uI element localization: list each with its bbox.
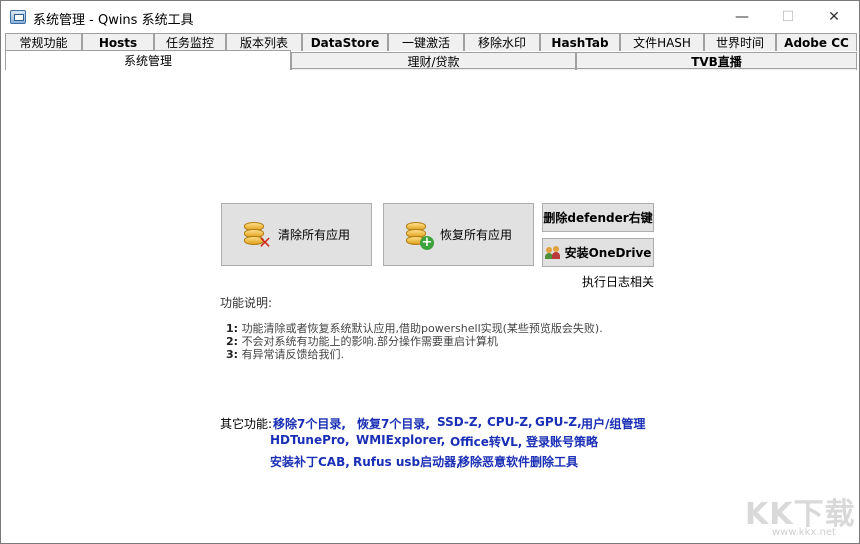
tab-hashtab[interactable]: HashTab — [540, 33, 620, 51]
app-window: 系统管理 - Qwins 系统工具 — ☐ ✕ 常规功能 Hosts 任务监控 … — [0, 0, 860, 544]
description-title: 功能说明: — [220, 296, 273, 310]
tab-one-click-activate[interactable]: 一键激活 — [388, 33, 464, 51]
tab-general[interactable]: 常规功能 — [5, 33, 82, 51]
link-wmiexplorer[interactable]: WMIExplorer, — [356, 433, 445, 447]
install-onedrive-button[interactable]: 安装OneDrive — [542, 238, 654, 267]
link-office-to-vl[interactable]: Office转VL, — [450, 433, 522, 450]
delete-defender-label: 删除defender右键 — [543, 211, 653, 225]
link-move-7-dirs[interactable]: 移除7个目录, — [273, 415, 346, 432]
remove-all-apps-label: 清除所有应用 — [278, 228, 351, 242]
tab-file-hash[interactable]: 文件HASH — [620, 33, 704, 51]
execution-log-link[interactable]: 执行日志相关 — [582, 273, 654, 290]
tab-world-time[interactable]: 世界时间 — [704, 33, 776, 51]
link-install-patch-cab[interactable]: 安装补丁CAB, — [270, 453, 350, 470]
database-remove-icon: ✕ — [242, 220, 272, 250]
restore-all-apps-label: 恢复所有应用 — [440, 228, 513, 242]
link-hdtunepro[interactable]: HDTunePro, — [270, 433, 350, 447]
description-line-3: 3: 有异常请反馈给我们. — [226, 348, 345, 361]
link-cpu-z[interactable]: CPU-Z, — [487, 415, 533, 429]
restore-all-apps-button[interactable]: + 恢复所有应用 — [383, 203, 534, 266]
tab-task-monitor[interactable]: 任务监控 — [154, 33, 226, 51]
kk-watermark-url: www.kkx.net — [772, 527, 836, 538]
tab-system-management[interactable]: 系统管理 — [5, 50, 291, 70]
tab-datastore[interactable]: DataStore — [302, 33, 388, 51]
install-onedrive-label: 安装OneDrive — [564, 246, 652, 260]
minimize-button[interactable]: — — [719, 1, 765, 33]
link-malicious-software-removal[interactable]: 移除恶意软件删除工具 — [458, 453, 578, 470]
title-bar: 系统管理 - Qwins 系统工具 — ☐ ✕ — [1, 1, 859, 33]
link-login-account-policy[interactable]: 登录账号策略 — [526, 433, 598, 450]
tab-adobe-cc[interactable]: Adobe CC — [776, 33, 857, 51]
close-button[interactable]: ✕ — [811, 1, 857, 33]
link-ssd-z[interactable]: SSD-Z, — [437, 415, 482, 429]
window-title: 系统管理 - Qwins 系统工具 — [33, 13, 194, 28]
tab-remove-watermark[interactable]: 移除水印 — [464, 33, 540, 51]
tab-hosts[interactable]: Hosts — [82, 33, 154, 51]
users-icon — [544, 245, 561, 260]
other-functions-label: 其它功能: — [220, 417, 273, 431]
tab-version-list[interactable]: 版本列表 — [226, 33, 302, 51]
link-user-group-management[interactable]: 用户/组管理 — [581, 415, 645, 432]
delete-defender-context-button[interactable]: 删除defender右键 — [542, 203, 654, 232]
maximize-button[interactable]: ☐ — [765, 1, 811, 33]
database-add-icon: + — [404, 220, 434, 250]
link-gpu-z[interactable]: GPU-Z, — [535, 415, 582, 429]
app-icon — [10, 10, 26, 24]
remove-all-apps-button[interactable]: ✕ 清除所有应用 — [221, 203, 372, 266]
link-restore-7-dirs[interactable]: 恢复7个目录, — [357, 415, 430, 432]
link-rufus-usb[interactable]: Rufus usb启动器, — [353, 453, 461, 470]
